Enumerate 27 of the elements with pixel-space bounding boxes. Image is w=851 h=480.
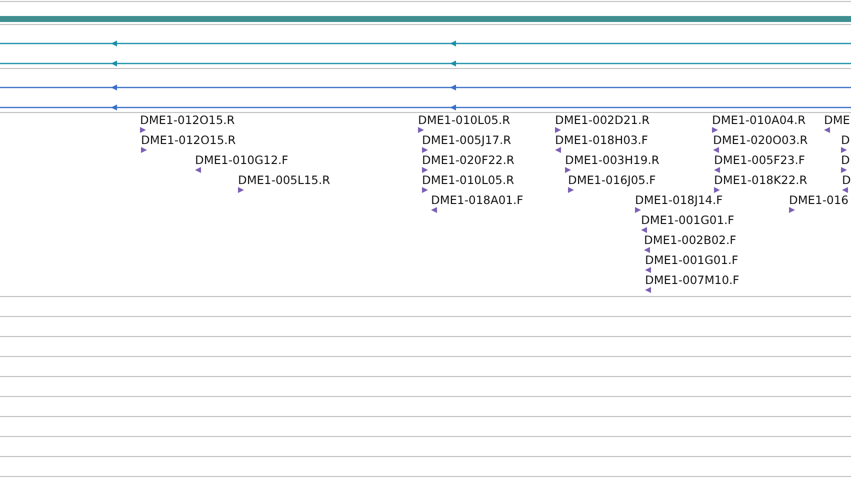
read-label: DME1-012O15.R [141, 134, 236, 146]
read-label: DME1-010G12.F [195, 154, 288, 166]
read-label: DME1-018J14.F [635, 194, 723, 206]
read-label: DME1-012O15.R [140, 114, 235, 126]
read-label: DME1-005J17.R [422, 134, 512, 146]
read-label: DME1-005F23.F [714, 154, 805, 166]
read-label: DME1-016 [789, 194, 848, 206]
read-label: DME1-003H19.R [565, 154, 660, 166]
read-label: DME1-002B02.F [644, 234, 736, 246]
read-label: DME1-020F22.R [422, 154, 514, 166]
read-label: D [841, 134, 850, 146]
read-label: DME1-001G01.F [641, 214, 734, 226]
read-label: DME1-018H03.F [555, 134, 648, 146]
read-label: DME1-016J05.F [568, 174, 656, 186]
read-label: DME1-002D21.R [555, 114, 650, 126]
read-label: DME1-010A04.R [712, 114, 806, 126]
read-label: D [841, 154, 850, 166]
read-label: DME1-018K22.R [714, 174, 808, 186]
read-label: DME [824, 114, 850, 126]
read-label: D [842, 174, 851, 186]
read-label: DME1-007M10.F [645, 274, 740, 286]
read-label: DME1-010L05.R [418, 114, 510, 126]
read-label: DME1-005L15.R [238, 174, 330, 186]
read-label: DME1-001G01.F [645, 254, 738, 266]
read-label: DME1-010L05.R [422, 174, 514, 186]
read-label: DME1-018A01.F [431, 194, 524, 206]
read-label: DME1-020O03.R [713, 134, 808, 146]
